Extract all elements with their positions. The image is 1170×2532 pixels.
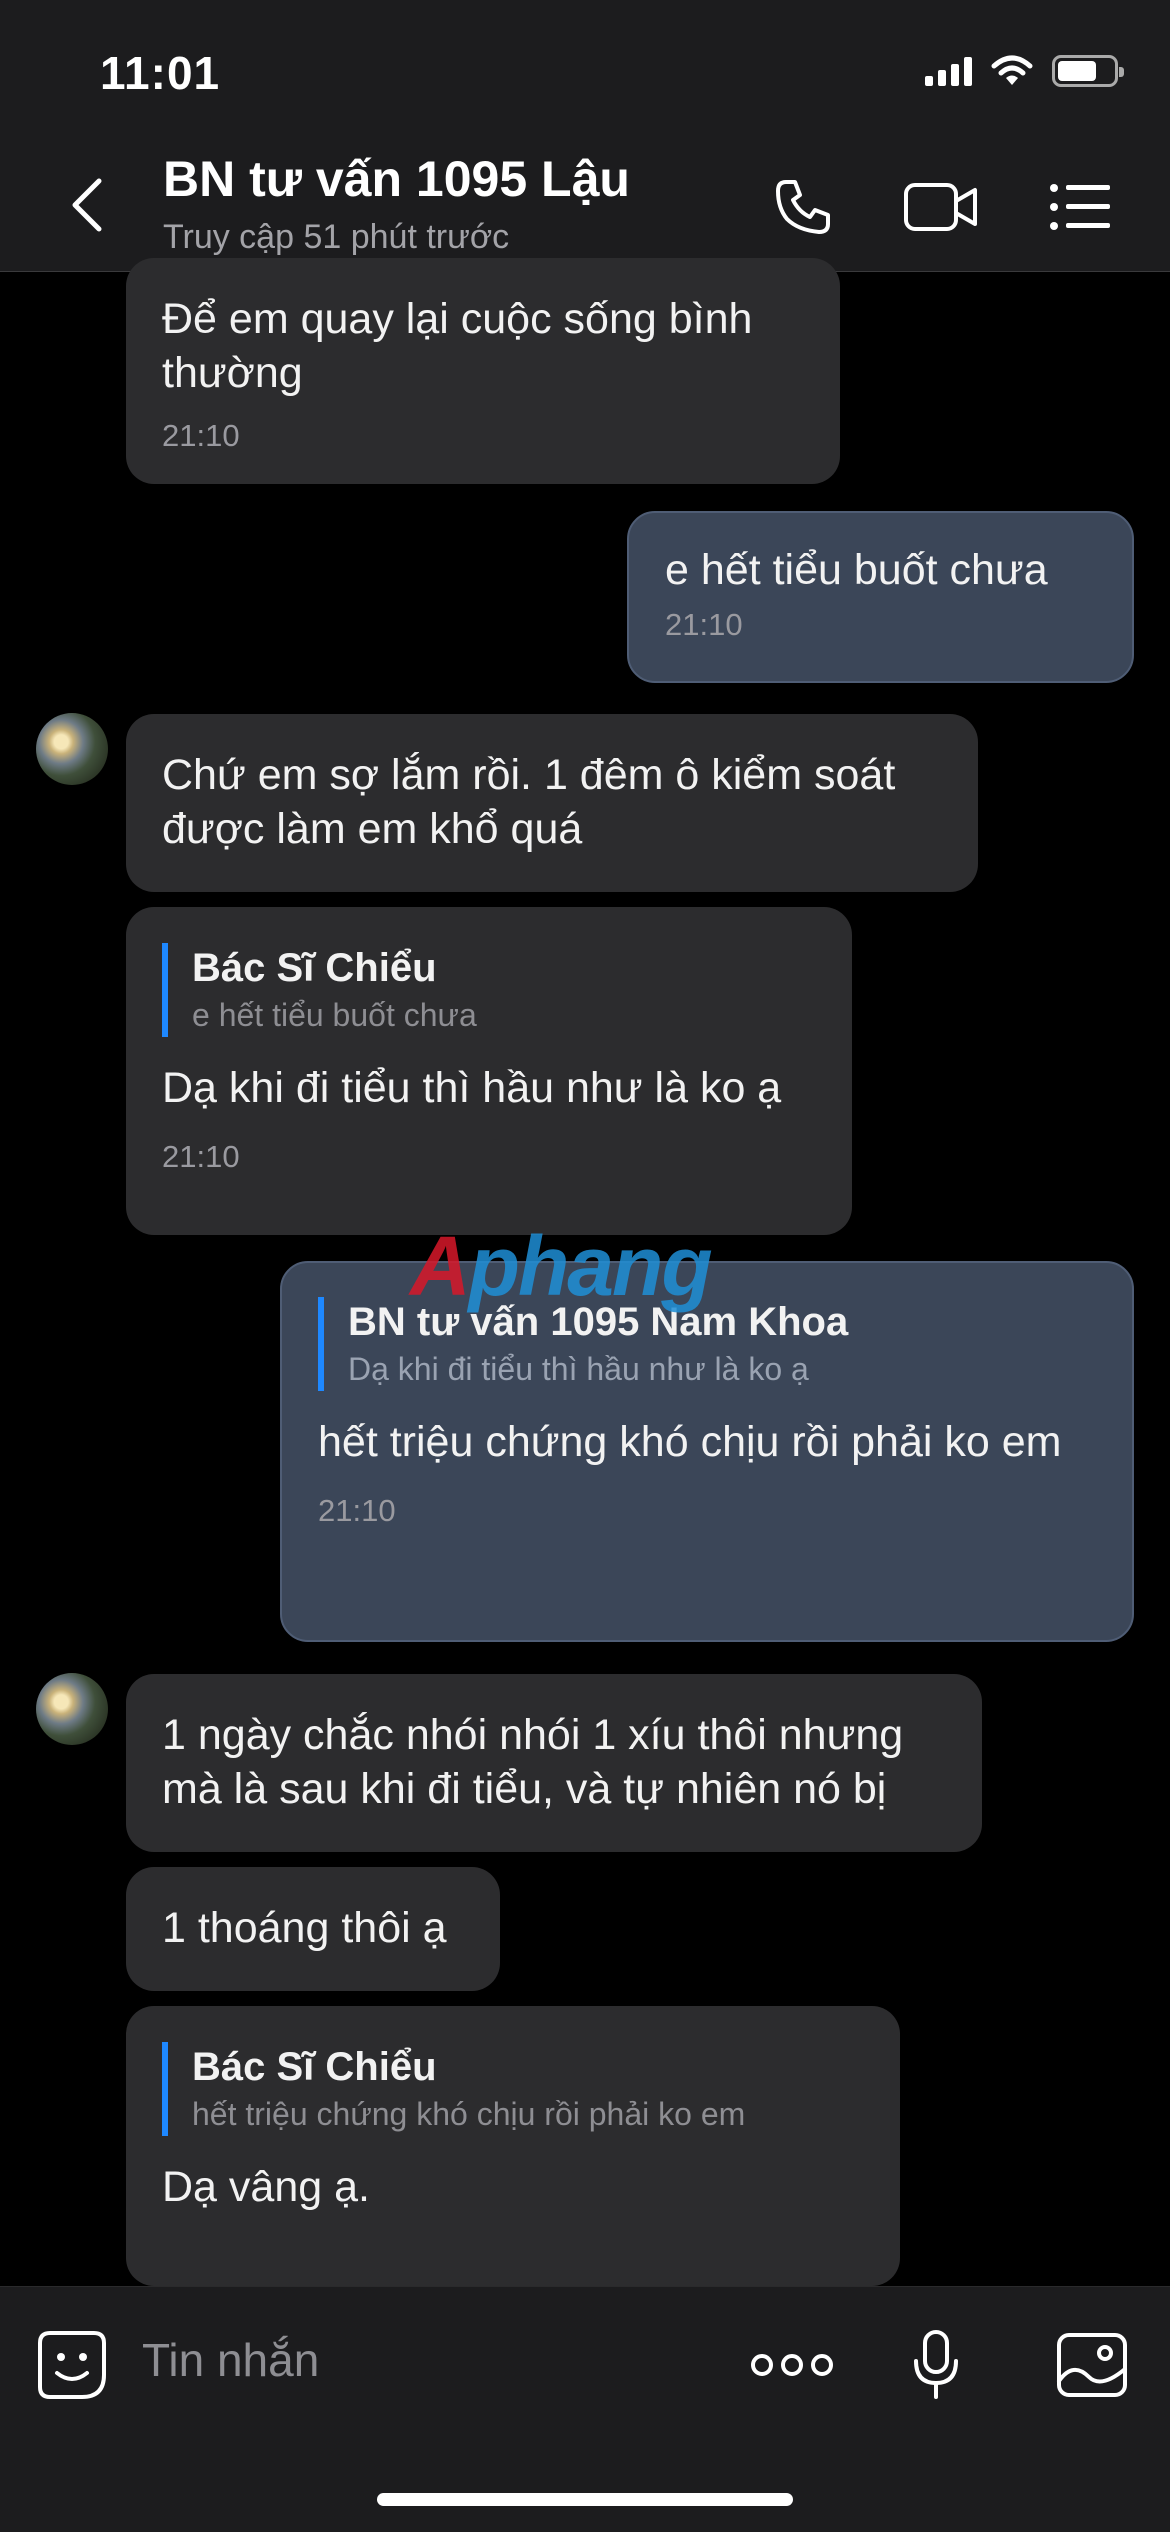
quoted-text: Dạ khi đi tiểu thì hầu như là ko ạ bbox=[348, 1351, 809, 1387]
message-bubble-received[interactable]: 1 ngày chắc nhói nhói 1 xíu thôi nhưng m… bbox=[126, 1674, 982, 1852]
back-button[interactable] bbox=[62, 175, 112, 235]
message-text: Để em quay lại cuộc sống bình thường bbox=[162, 295, 753, 397]
message-time: 21:10 bbox=[318, 1493, 396, 1528]
message-bubble-received[interactable]: Để em quay lại cuộc sống bình thường 21:… bbox=[126, 258, 840, 484]
message-text: Dạ khi đi tiểu thì hầu như là ko ạ bbox=[162, 1064, 782, 1112]
message-bubble-sent[interactable]: e hết tiểu buốt chưa 21:10 bbox=[627, 511, 1134, 683]
avatar[interactable] bbox=[36, 1673, 108, 1745]
menu-list-icon bbox=[1050, 184, 1110, 230]
message-text: Dạ vâng ạ. bbox=[162, 2163, 370, 2211]
message-bubble-received[interactable]: Chứ em sợ lắm rồi. 1 đêm ô kiểm soát đượ… bbox=[126, 714, 978, 892]
cellular-signal-icon bbox=[925, 56, 972, 86]
voice-message-button[interactable] bbox=[910, 2327, 962, 2403]
message-bubble-received[interactable]: 1 thoáng thôi ạ bbox=[126, 1867, 500, 1991]
message-bubble-received-reply[interactable]: Bác Sĩ Chiểu e hết tiểu buốt chưa Dạ khi… bbox=[126, 907, 852, 1235]
status-icons bbox=[925, 54, 1124, 88]
image-picker-button[interactable] bbox=[1054, 2327, 1130, 2403]
status-time: 11:01 bbox=[100, 47, 221, 99]
battery-icon bbox=[1052, 55, 1124, 87]
quoted-text: hết triệu chứng khó chịu rồi phải ko em bbox=[192, 2096, 746, 2132]
image-gallery-icon bbox=[1057, 2333, 1127, 2397]
emoji-sticker-icon bbox=[38, 2331, 106, 2399]
message-time: 21:10 bbox=[665, 607, 743, 642]
voice-call-button[interactable] bbox=[770, 172, 836, 242]
quoted-message[interactable]: Bác Sĩ Chiểu hết triệu chứng khó chịu rồ… bbox=[162, 2042, 864, 2136]
wifi-icon bbox=[991, 55, 1033, 85]
sticker-button[interactable] bbox=[34, 2327, 110, 2403]
message-text: 1 ngày chắc nhói nhói 1 xíu thôi nhưng m… bbox=[162, 1711, 904, 1813]
quoted-sender: Bác Sĩ Chiểu bbox=[192, 946, 437, 990]
video-call-button[interactable] bbox=[903, 172, 979, 242]
watermark-logo: Aphang bbox=[410, 1219, 713, 1313]
quoted-text: e hết tiểu buốt chưa bbox=[192, 997, 477, 1033]
video-camera-icon bbox=[904, 183, 977, 231]
chat-header: 11:01 BN tư vấn 1095 Lậu Truy cập 51 phú… bbox=[0, 0, 1170, 272]
message-text: Chứ em sợ lắm rồi. 1 đêm ô kiểm soát đượ… bbox=[162, 751, 896, 853]
message-bubble-sent-reply[interactable]: BN tư vấn 1095 Nam Khoa Dạ khi đi tiểu t… bbox=[280, 1261, 1134, 1642]
avatar[interactable] bbox=[36, 713, 108, 785]
chat-title[interactable]: BN tư vấn 1095 Lậu bbox=[163, 150, 630, 208]
back-chevron-icon bbox=[72, 178, 102, 232]
quoted-message[interactable]: Bác Sĩ Chiểu e hết tiểu buốt chưa bbox=[162, 943, 816, 1037]
message-input[interactable]: Tin nhắn bbox=[142, 2333, 319, 2387]
chat-menu-button[interactable] bbox=[1048, 172, 1112, 242]
microphone-icon bbox=[914, 2330, 958, 2399]
message-bubble-received-reply[interactable]: Bác Sĩ Chiểu hết triệu chứng khó chịu rồ… bbox=[126, 2006, 900, 2286]
quoted-sender: Bác Sĩ Chiểu bbox=[192, 2045, 437, 2089]
message-text: 1 thoáng thôi ạ bbox=[162, 1904, 447, 1952]
message-time: 21:10 bbox=[162, 1139, 240, 1174]
message-composer: Tin nhắn bbox=[0, 2286, 1170, 2532]
message-text: e hết tiểu buốt chưa bbox=[665, 546, 1048, 594]
more-options-icon bbox=[751, 2354, 833, 2376]
message-text: hết triệu chứng khó chịu rồi phải ko em bbox=[318, 1418, 1062, 1466]
phone-icon bbox=[776, 180, 830, 234]
message-time: 21:10 bbox=[162, 418, 240, 453]
home-indicator[interactable] bbox=[377, 2493, 793, 2506]
last-seen-status: Truy cập 51 phút trước bbox=[163, 218, 510, 256]
more-options-button[interactable] bbox=[750, 2327, 834, 2403]
